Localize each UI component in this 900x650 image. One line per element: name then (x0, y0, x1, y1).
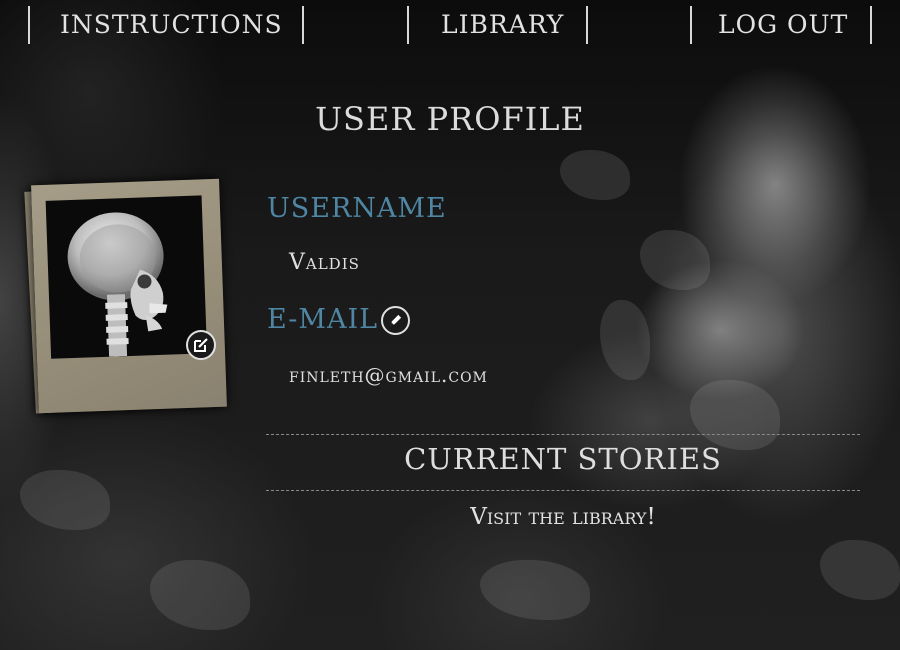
background-rock (560, 150, 630, 200)
username-label: USERNAME (267, 193, 447, 224)
top-nav: INSTRUCTIONS LIBRARY LOG OUT (0, 0, 900, 52)
background-rock (640, 230, 710, 290)
section-divider-top (266, 434, 860, 435)
background-rock (480, 560, 590, 620)
username-value: Valdis (289, 250, 360, 275)
edit-external-icon (194, 338, 208, 352)
avatar-photo (45, 195, 208, 359)
edit-email-button[interactable] (381, 306, 410, 335)
avatar-frame (31, 178, 227, 414)
nav-link-instructions[interactable]: INSTRUCTIONS (60, 10, 283, 39)
background-rock (150, 560, 250, 630)
section-divider-bottom (266, 490, 860, 491)
nav-divider (586, 6, 588, 44)
pencil-icon (390, 314, 402, 326)
nav-link-logout[interactable]: LOG OUT (718, 10, 848, 39)
background-rock (600, 300, 650, 380)
email-value: finleth@gmail.com (289, 363, 488, 387)
nav-divider (407, 6, 409, 44)
nav-divider (302, 6, 304, 44)
current-stories-title: CURRENT STORIES (404, 442, 722, 476)
nav-divider (690, 6, 692, 44)
page-title: USER PROFILE (0, 100, 900, 138)
email-label: E-MAIL (267, 304, 379, 335)
nav-divider (870, 6, 872, 44)
skull-xray-icon (67, 212, 168, 357)
edit-avatar-button[interactable] (186, 330, 216, 360)
background-rock (690, 380, 780, 450)
background-rock (20, 470, 110, 530)
visit-library-link[interactable]: Visit the library! (266, 504, 860, 530)
nav-divider (28, 6, 30, 44)
background-rock (820, 540, 900, 600)
page-title-text: USER PROFILE (315, 100, 585, 138)
nav-link-library[interactable]: LIBRARY (441, 10, 564, 39)
